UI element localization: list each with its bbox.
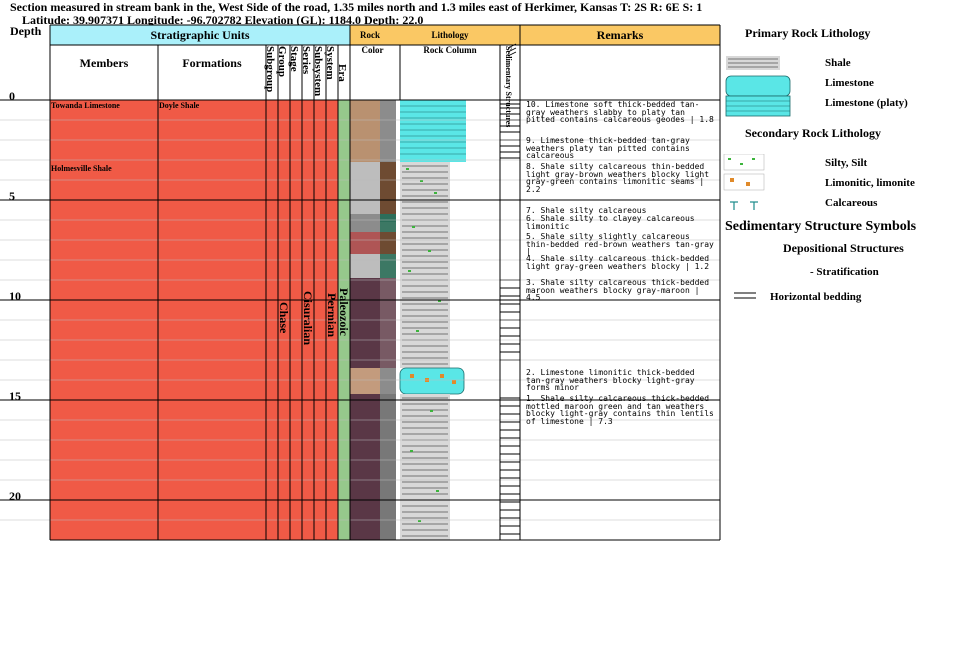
legend-shale-label: Shale (825, 57, 851, 69)
legend-horizontal-bedding-label: Horizontal bedding (770, 291, 862, 303)
remark-6: 6. Shale silty to clayey calcareous limo… (526, 214, 700, 231)
remark-1: 1. Shale silty calcareous thick-bedded m… (526, 394, 719, 426)
limestone-swatch (725, 75, 791, 97)
sedimentary-structures-header: Sedimentary Structures (504, 46, 513, 128)
group-header: Group (276, 46, 288, 77)
legend-primary-swatches (725, 56, 791, 117)
lithology-header: Lithology (431, 30, 469, 40)
legend-silty-label: Silty, Silt (825, 157, 868, 169)
legend-secondary-swatches (723, 154, 765, 210)
legend-stratification-label: - Stratification (810, 266, 879, 278)
legend-primary-title: Primary Rock Lithology (745, 26, 871, 40)
system-header: System (324, 46, 336, 80)
remark-9: 9. Limestone thick-bedded tan-gray weath… (526, 136, 695, 161)
depth-tick-20: 20 (9, 489, 21, 503)
legend-limestone-platy-label: Limestone (platy) (825, 97, 908, 109)
legend-sed-title: Sedimentary Structure Symbols (725, 219, 917, 234)
rock-color-header-2: Color (361, 45, 384, 55)
silty-swatch (723, 154, 765, 171)
depth-tick-5: 5 (9, 189, 15, 203)
legend-secondary-title: Secondary Rock Lithology (745, 126, 882, 140)
remark-8: 8. Shale silty calcareous thin-bedded li… (526, 162, 714, 194)
remark-4: 4. Shale silty calcareous thick-bedded l… (526, 254, 714, 271)
depth-tick-0: 0 (9, 89, 15, 103)
subgroup-header: Subgroup (264, 46, 276, 93)
stage-header: Stage (288, 46, 300, 72)
remarks-header: Remarks (596, 28, 644, 42)
legend-limonitic-label: Limonitic, limonite (825, 177, 915, 189)
series-header: Series (300, 46, 312, 75)
legend-depositional-label: Depositional Structures (783, 241, 904, 255)
remark-3: 3. Shale silty calcareous thick-bedded m… (526, 278, 714, 303)
legend-calcareous-label: Calcareous (825, 197, 878, 209)
depth-header: Depth (10, 24, 42, 38)
era-header: Era (336, 64, 348, 82)
subsystem-header: Subsystem (312, 46, 324, 97)
sedimentary-structure-hatch (500, 103, 520, 535)
member-holmesville-shale: Holmesville Shale (51, 164, 112, 173)
remark-5: 5. Shale silty slightly calcareous thin-… (526, 232, 719, 257)
rock-color-header-1: Rock (360, 30, 380, 40)
group-chase: Chase (277, 302, 291, 334)
depth-tick-15: 15 (9, 389, 21, 403)
depth-tick-10: 10 (9, 289, 21, 303)
legend-limestone-label: Limestone (825, 77, 874, 89)
member-towanda-limestone: Towanda Limestone (51, 101, 120, 110)
series-cisuralian: Cisuralian (301, 291, 315, 346)
members-header: Members (79, 56, 129, 70)
stratigraphic-units-header: Stratigraphic Units (150, 28, 250, 42)
horizontal-bedding-icon (734, 292, 756, 299)
remark-2: 2. Limestone limonitic thick-bedded tan-… (526, 368, 700, 393)
formations-header: Formations (182, 56, 242, 70)
remark-10: 10. Limestone soft thick-bedded tan-gray… (526, 100, 714, 125)
rock-column-header: Rock Column (423, 45, 477, 55)
era-paleozoic: Paleozoic (337, 288, 351, 336)
formation-doyle-shale: Doyle Shale (159, 101, 200, 110)
